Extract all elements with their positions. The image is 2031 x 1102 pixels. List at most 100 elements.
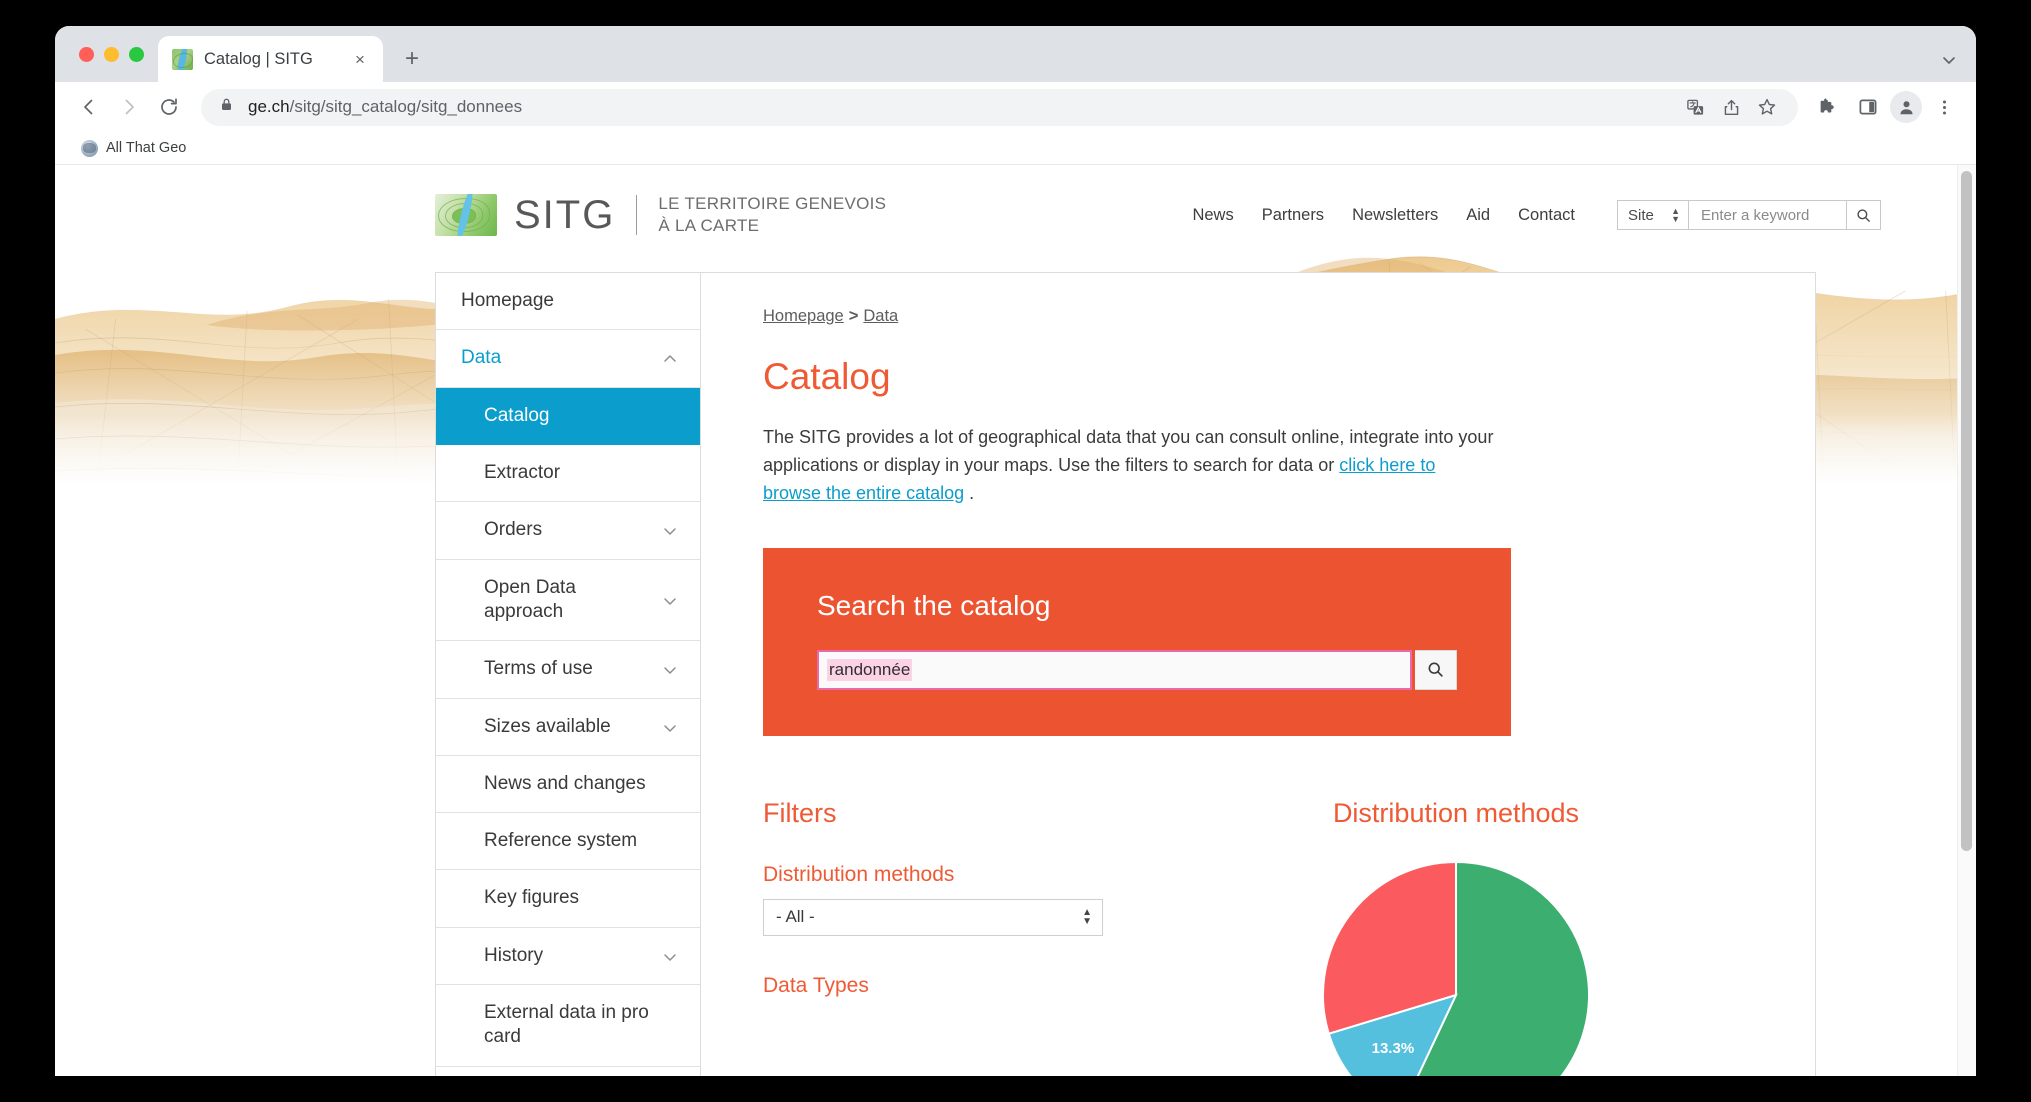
search-scope-value: Site: [1628, 206, 1654, 224]
catalog-search-input[interactable]: randonnée: [817, 649, 1412, 690]
sidebar-item-label: Terms of use: [484, 658, 593, 680]
profile-avatar-icon[interactable]: [1890, 91, 1922, 123]
sidebar-item-history[interactable]: History: [436, 928, 700, 986]
nav-newsletters[interactable]: Newsletters: [1352, 206, 1438, 225]
address-bar[interactable]: ge.ch/sitg/sitg_catalog/sitg_donnees: [201, 88, 1798, 126]
sidebar-item-sizes-available[interactable]: Sizes available: [436, 699, 700, 756]
sitg-topo-map-icon: [435, 194, 497, 236]
bookmark-label: All That Geo: [106, 140, 187, 156]
catalog-search-heading: Search the catalog: [817, 589, 1051, 621]
chevron-down-icon: [662, 948, 678, 964]
main-article: Homepage > Data Catalog The SITG provides …: [701, 272, 1816, 1076]
site-search-button[interactable]: [1847, 200, 1881, 230]
browser-menu-icon[interactable]: [1926, 89, 1962, 125]
sidebar-item-label: Open Data approach: [484, 576, 576, 622]
filter-select-value: - All -: [776, 907, 815, 927]
sidebar-item-label: History: [484, 944, 544, 966]
logo-tagline: LE TERRITOIRE GENEVOIS À LA CARTE: [658, 193, 886, 238]
sidebar-item-reference-system[interactable]: Reference system: [436, 813, 700, 871]
tab-strip: Catalog | SITG × +: [55, 26, 1976, 82]
side-panel-icon[interactable]: [1850, 89, 1886, 125]
close-tab-icon[interactable]: ×: [349, 48, 371, 70]
nav-news[interactable]: News: [1192, 206, 1233, 225]
nav-contact[interactable]: Contact: [1518, 206, 1575, 225]
pie-chart: 13.3%: [1322, 860, 1590, 1076]
sidebar-item-orders[interactable]: Orders: [436, 502, 700, 560]
catalog-search-button[interactable]: [1415, 649, 1457, 690]
sidebar-item-terms-of-use[interactable]: Terms of use: [436, 641, 700, 699]
bookmark-star-icon[interactable]: [1752, 92, 1782, 122]
chevron-down-icon: [662, 661, 678, 677]
breadcrumb-separator: >: [848, 307, 859, 325]
maximize-window-button[interactable]: [129, 46, 144, 62]
filters-and-chart-row: Filters Distribution methods - All - ▲ ▼ …: [763, 798, 1769, 1076]
sitg-favicon-icon: [172, 48, 193, 70]
sidebar-item-label: News and changes: [484, 772, 646, 794]
site-logo[interactable]: SITG LE TERRITOIRE GENEVOIS À LA CARTE: [435, 193, 886, 238]
page-content: Homepage Data Catalog Extractor Orders O…: [55, 265, 1976, 1076]
share-icon[interactable]: [1716, 92, 1746, 122]
close-window-button[interactable]: [79, 46, 94, 62]
sidebar-item-open-data-approach[interactable]: Open Data approach: [436, 560, 700, 642]
minimize-window-button[interactable]: [104, 46, 119, 62]
sidebar-item-cards[interactable]: Cards: [436, 1067, 700, 1076]
nav-aid[interactable]: Aid: [1466, 206, 1490, 225]
catalog-search-value: randonnée: [827, 658, 913, 681]
url-text: ge.ch/sitg/sitg_catalog/sitg_donnees: [248, 97, 1666, 117]
sidebar-item-label: Data: [461, 347, 502, 369]
bookmark-item[interactable]: All That Geo: [75, 137, 192, 160]
filter-label-distribution-methods: Distribution methods: [763, 862, 955, 886]
sidebar-item-label: Catalog: [484, 404, 550, 426]
sidebar-item-label: Reference system: [484, 830, 638, 852]
breadcrumb: Homepage > Data: [763, 307, 1769, 326]
reload-button[interactable]: [151, 89, 187, 125]
filter-select-distribution-methods[interactable]: - All - ▲ ▼: [763, 898, 1103, 936]
tab-search-chevron-icon[interactable]: [1942, 53, 1956, 70]
breadcrumb-data[interactable]: Data: [863, 307, 898, 325]
logo-wordmark: SITG: [514, 192, 616, 237]
filters-column: Filters Distribution methods - All - ▲ ▼ …: [763, 798, 1103, 1076]
site-search-input[interactable]: Enter a keyword: [1689, 200, 1847, 230]
search-icon: [1428, 662, 1443, 677]
site-search-placeholder: Enter a keyword: [1701, 206, 1810, 224]
logo-tagline-line2: À LA CARTE: [658, 216, 760, 235]
sidebar-item-label: Sizes available: [484, 715, 611, 737]
sidebar-item-data[interactable]: Data: [436, 330, 700, 388]
left-sidebar-nav: Homepage Data Catalog Extractor Orders O…: [435, 272, 701, 1076]
back-button[interactable]: [71, 89, 107, 125]
sidebar-item-label: Extractor: [484, 461, 561, 483]
logo-tagline-line1: LE TERRITOIRE GENEVOIS: [658, 193, 887, 213]
search-scope-select[interactable]: Site ▲ ▼: [1617, 200, 1689, 230]
distribution-chart: Distribution methods 13.3%: [1143, 798, 1769, 1076]
new-tab-button[interactable]: +: [395, 42, 429, 76]
sidebar-item-homepage[interactable]: Homepage: [436, 273, 700, 331]
chevron-up-icon: [662, 350, 678, 366]
sidebar-item-extractor[interactable]: Extractor: [436, 445, 700, 503]
catalog-search-banner: Search the catalog randonnée: [763, 547, 1511, 736]
nav-partners[interactable]: Partners: [1262, 206, 1324, 225]
page-scrollbar-thumb[interactable]: [1961, 171, 1972, 851]
sidebar-item-news-and-changes[interactable]: News and changes: [436, 756, 700, 814]
extensions-puzzle-icon[interactable]: [1810, 89, 1846, 125]
translate-icon[interactable]: [1680, 92, 1710, 122]
pie-chart-svg: [1322, 860, 1590, 1076]
catalog-search-row: randonnée: [817, 649, 1457, 690]
chevron-down-icon: [662, 592, 678, 608]
filter-label-data-types: Data Types: [763, 973, 869, 997]
site-search: Site ▲ ▼ Enter a keyword: [1617, 200, 1881, 230]
url-domain: ge.ch: [248, 97, 290, 116]
bookmarks-bar: All That Geo: [55, 132, 1976, 165]
sidebar-item-key-figures[interactable]: Key figures: [436, 870, 700, 928]
lock-icon: [219, 97, 234, 117]
sidebar-item-external-data-in-pro-card[interactable]: External data in pro card: [436, 985, 700, 1067]
page-title: Catalog: [763, 356, 891, 397]
omnibox-actions: [1680, 92, 1782, 122]
breadcrumb-homepage[interactable]: Homepage: [763, 307, 844, 325]
sidebar-item-catalog[interactable]: Catalog: [436, 387, 700, 445]
chart-title: Distribution methods: [1332, 797, 1580, 828]
filters-heading: Filters: [763, 797, 837, 828]
url-path: /sitg/sitg_catalog/sitg_donnees: [289, 97, 523, 116]
select-spinner-icon: ▲ ▼: [1082, 907, 1092, 928]
forward-button[interactable]: [111, 89, 147, 125]
browser-tab[interactable]: Catalog | SITG ×: [158, 36, 383, 82]
